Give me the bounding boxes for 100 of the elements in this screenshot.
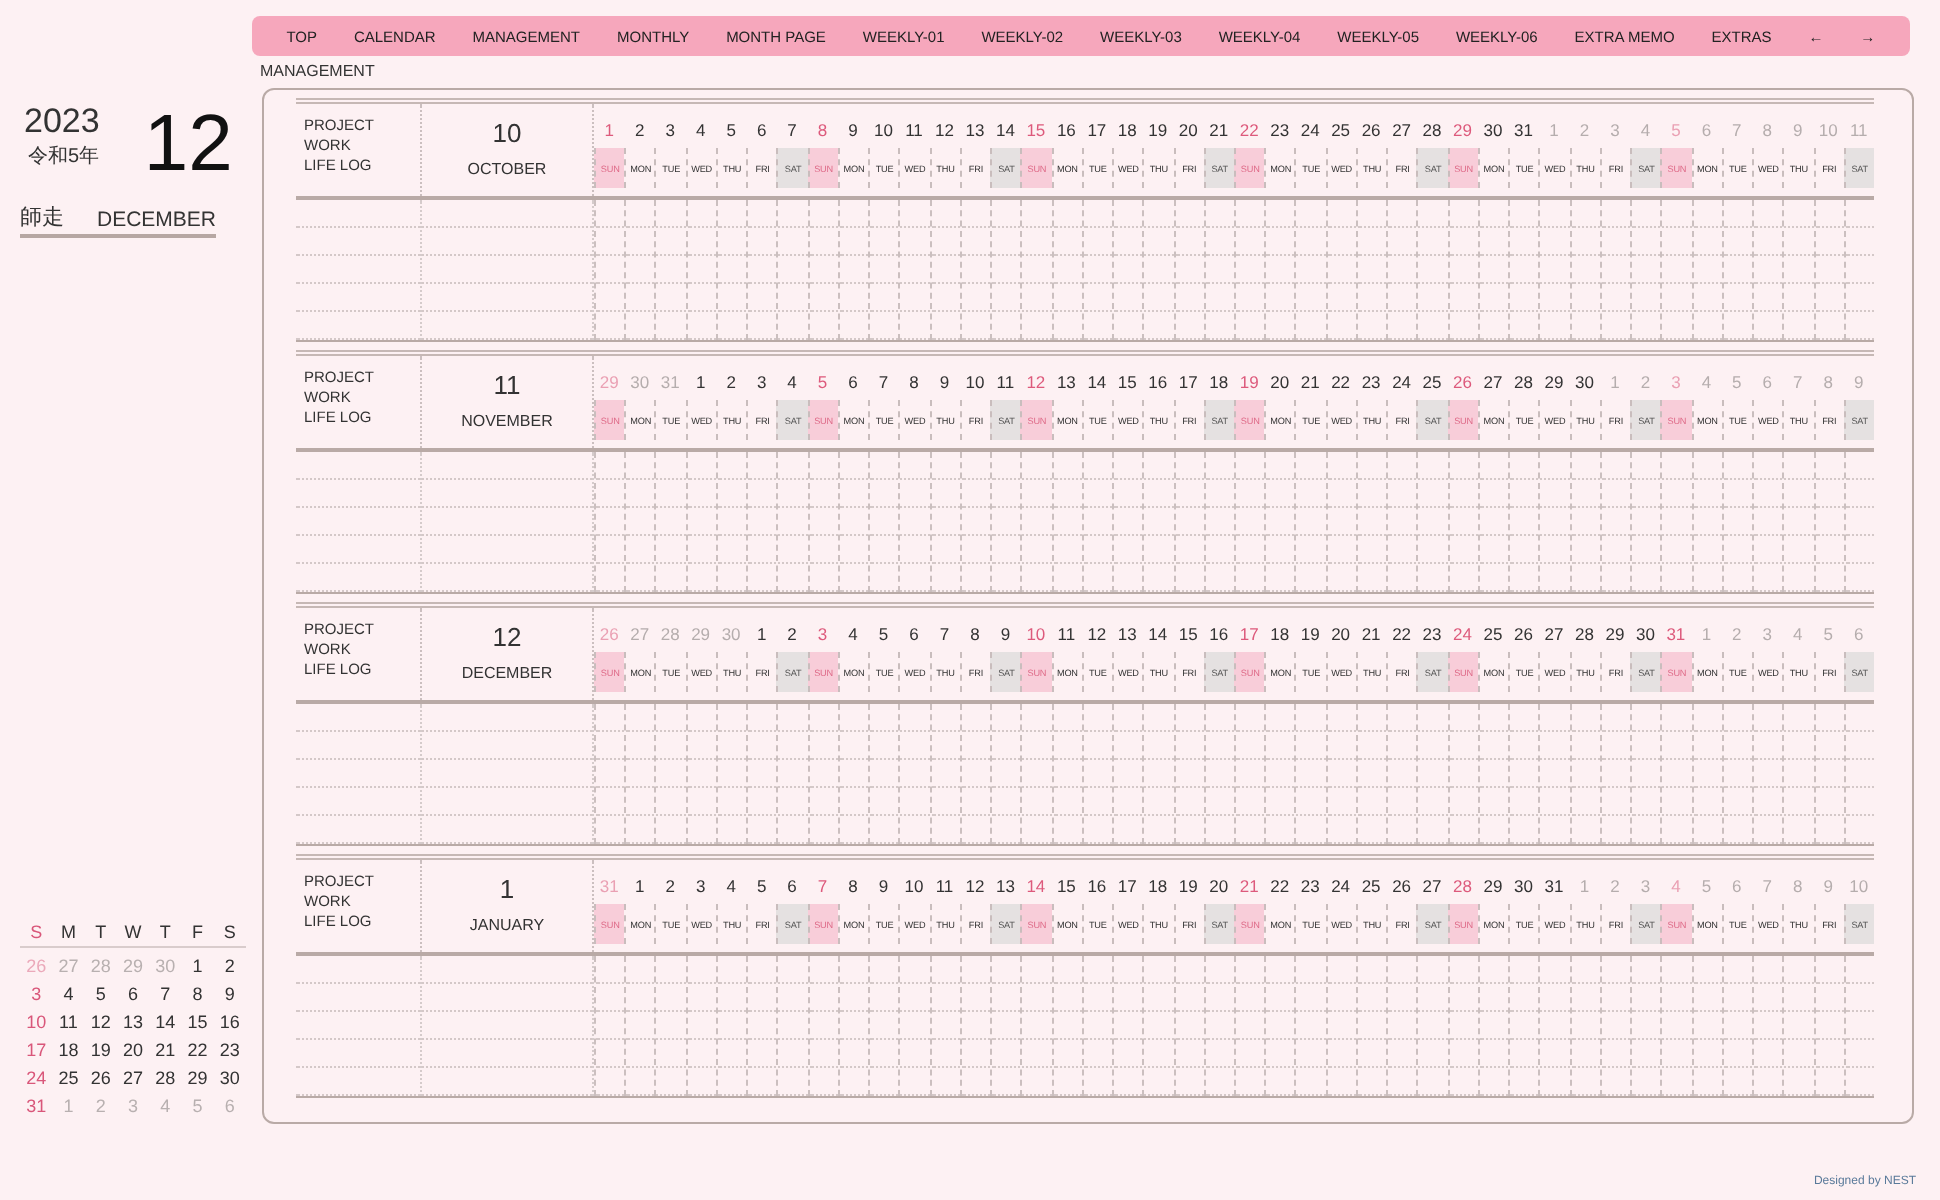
- day-number: 10: [1847, 874, 1871, 896]
- calendar-date[interactable]: 11: [52, 1008, 85, 1036]
- day-number: 12: [1085, 622, 1109, 644]
- day-number: 23: [1420, 622, 1444, 644]
- calendar-date[interactable]: 27: [116, 1064, 150, 1092]
- calendar-date[interactable]: 23: [213, 1036, 246, 1064]
- calendar-date[interactable]: 5: [84, 980, 117, 1008]
- day-number: 27: [628, 622, 652, 644]
- month-name: NOVEMBER: [461, 412, 553, 430]
- day-number: 16: [1207, 622, 1231, 644]
- day-number: 5: [1699, 874, 1714, 896]
- day-number: 5: [754, 874, 769, 896]
- day-number: 19: [1146, 118, 1170, 140]
- day-number: 4: [693, 118, 708, 140]
- day-number: 20: [1207, 874, 1231, 896]
- day-number: 21: [1359, 622, 1383, 644]
- day-number: 10: [1816, 118, 1840, 140]
- day-number: 1: [1577, 874, 1592, 896]
- day-number: 10: [902, 874, 926, 896]
- calendar-date[interactable]: 19: [84, 1036, 117, 1064]
- weekday-header: T: [157, 920, 173, 946]
- calendar-date[interactable]: 4: [52, 980, 85, 1008]
- day-number: 5: [1730, 370, 1744, 392]
- month-name: JANUARY: [469, 916, 545, 934]
- day-number: 12: [932, 118, 956, 140]
- day-number: 7: [1730, 118, 1744, 140]
- day-number: 1: [693, 370, 708, 392]
- day-number: 11: [933, 874, 956, 896]
- day-number: 1: [632, 874, 647, 896]
- month-number: 11: [493, 370, 521, 402]
- day-number: 30: [628, 370, 652, 392]
- day-number: 12: [963, 874, 987, 896]
- day-number: 4: [724, 874, 738, 896]
- day-number: 3: [693, 874, 708, 896]
- calendar-date[interactable]: 18: [52, 1036, 85, 1064]
- day-number: 21: [1298, 370, 1322, 392]
- day-number: 9: [937, 370, 952, 392]
- weekday-header: M: [58, 920, 78, 946]
- calendar-date[interactable]: 16: [213, 1008, 246, 1036]
- calendar-date[interactable]: 12: [84, 1008, 117, 1036]
- day-number: 9: [1791, 118, 1805, 140]
- month-name: OCTOBER: [467, 160, 547, 178]
- day-number: 26: [1512, 622, 1535, 644]
- calendar-date[interactable]: 26: [84, 1064, 117, 1092]
- day-number: 6: [785, 874, 799, 896]
- calendar-date[interactable]: 15: [181, 1008, 214, 1036]
- day-number: 30: [1572, 370, 1596, 392]
- calendar-date[interactable]: 1: [181, 952, 214, 980]
- day-number: 8: [968, 622, 982, 644]
- day-number: 14: [1146, 622, 1170, 644]
- day-number: 5: [876, 622, 891, 644]
- calendar-date[interactable]: 25: [52, 1064, 85, 1092]
- day-number: 1: [602, 118, 616, 140]
- day-number: 11: [994, 370, 1017, 392]
- day-number: 7: [785, 118, 799, 140]
- day-number: 18: [1268, 622, 1292, 644]
- weekday-header: W: [122, 920, 144, 946]
- japanese-month-name: 師走: [20, 204, 64, 232]
- day-number: 6: [846, 370, 860, 392]
- calendar-date[interactable]: 21: [149, 1036, 182, 1064]
- calendar-date[interactable]: 14: [149, 1008, 182, 1036]
- calendar-date[interactable]: 2: [213, 952, 246, 980]
- calendar-date[interactable]: 7: [149, 980, 182, 1008]
- month-number: 1: [499, 874, 515, 906]
- calendar-date[interactable]: 9: [213, 980, 246, 1008]
- day-number: 28: [1451, 874, 1474, 896]
- calendar-date[interactable]: 13: [116, 1008, 150, 1036]
- day-number: 23: [1268, 118, 1292, 140]
- day-number: 12: [1024, 370, 1048, 392]
- month-name: DECEMBER: [96, 208, 216, 232]
- calendar-date[interactable]: 22: [181, 1036, 214, 1064]
- day-number: 26: [1451, 370, 1474, 392]
- day-number: 5: [1669, 118, 1683, 140]
- day-number: 9: [846, 118, 860, 140]
- calendar-date[interactable]: 29: [181, 1064, 214, 1092]
- weekday-header: F: [190, 920, 206, 946]
- day-number: 6: [1730, 874, 1744, 896]
- day-number: 6: [754, 118, 769, 140]
- day-number: 29: [1451, 118, 1474, 140]
- day-number: 31: [597, 874, 621, 896]
- day-number: 24: [1390, 370, 1414, 392]
- day-number: 15: [1024, 118, 1048, 140]
- day-number: 27: [1420, 874, 1444, 896]
- day-number: 8: [815, 118, 830, 140]
- day-number: 24: [1451, 622, 1474, 644]
- calendar-date[interactable]: 6: [116, 980, 150, 1008]
- month-number: 12: [143, 102, 233, 186]
- month-number: 10: [492, 118, 522, 150]
- day-number: 11: [903, 118, 925, 140]
- calendar-date[interactable]: 28: [149, 1064, 182, 1092]
- calendar-date[interactable]: 20: [116, 1036, 150, 1064]
- day-number: 17: [1176, 370, 1200, 392]
- calendar-date[interactable]: 30: [213, 1064, 246, 1092]
- day-number: 28: [1572, 622, 1596, 644]
- day-number: 19: [1237, 370, 1261, 392]
- day-number: 17: [1237, 622, 1261, 644]
- day-number: 8: [1791, 874, 1805, 896]
- day-number: 17: [1115, 874, 1139, 896]
- calendar-date[interactable]: 8: [181, 980, 214, 1008]
- day-number: 2: [785, 622, 799, 644]
